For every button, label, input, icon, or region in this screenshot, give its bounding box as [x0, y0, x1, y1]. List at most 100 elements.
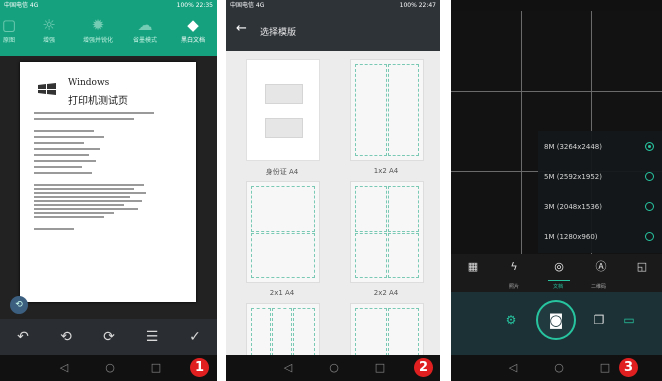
doc-text-line — [34, 200, 142, 202]
nav-back-icon[interactable]: ◁ — [282, 362, 294, 374]
capture-mode-tabs: 照片 文档 二维码 — [451, 280, 662, 292]
battery-time: 100% 22:47 — [399, 2, 436, 9]
nav-back-icon[interactable]: ◁ — [507, 362, 519, 374]
scanned-document[interactable]: Windows 打印机测试页 — [20, 62, 196, 302]
camera-viewfinder[interactable]: 8M (3264x2448) 5M (2592x1952) 3M (2048x1… — [451, 11, 662, 254]
mode-underline — [548, 280, 570, 281]
filter-label: 黑白文档 — [180, 37, 205, 44]
system-nav-bar: ◁ ○ □ — [0, 355, 217, 381]
template-2x2[interactable] — [350, 181, 424, 283]
filter-bw-button[interactable]: ◆ 黑白文档 — [172, 15, 214, 44]
status-bar — [451, 0, 662, 11]
template-1x2[interactable] — [350, 59, 424, 161]
nav-back-icon[interactable]: ◁ — [58, 362, 70, 374]
doc-text-line — [34, 130, 94, 132]
rotate-left-icon[interactable]: ⟲ — [57, 328, 75, 346]
adjust-icon[interactable]: ☰ — [143, 328, 161, 346]
mode-tab-document[interactable]: 文档 — [553, 283, 563, 290]
filter-label: 原图 — [2, 37, 15, 44]
resolution-label: 8M (3264x2448) — [544, 143, 602, 151]
nav-home-icon[interactable]: ○ — [553, 362, 565, 374]
resolution-option[interactable]: 1M (1280x960) — [538, 223, 662, 253]
doc-text-line — [34, 166, 82, 168]
mode-tab-qrcode[interactable]: 二维码 — [591, 283, 606, 290]
doc-text-line — [34, 118, 134, 120]
mode-tab-photo[interactable]: 照片 — [509, 283, 519, 290]
filter-inksave-button[interactable]: ☁ 省墨模式 — [124, 15, 166, 44]
step-badge: 2 — [414, 358, 433, 377]
grid-line — [451, 91, 662, 92]
resolution-icon[interactable]: ◎ — [551, 259, 567, 275]
step-badge: 3 — [619, 358, 638, 377]
doc-text-line — [34, 188, 134, 190]
template-id-card[interactable] — [246, 59, 320, 161]
doc-text-line — [34, 112, 154, 114]
resolution-option[interactable]: 5M (2592x1952) — [538, 163, 662, 193]
doc-text-line — [34, 212, 114, 214]
status-bar: 中国电信 4G 100% 22:35 — [0, 0, 217, 11]
id-card-front — [265, 84, 303, 104]
carrier-text: 中国电信 4G — [230, 2, 265, 9]
doc-text-line — [34, 204, 124, 206]
filter-sharpen-button[interactable]: ✹ 增强并锐化 — [77, 15, 119, 44]
battery-time: 100% 22:35 — [176, 2, 213, 9]
gallery-icon[interactable]: ❐ — [591, 312, 607, 328]
back-arrow-icon[interactable]: ← — [236, 21, 247, 36]
phone-screen-2: 中国电信 4G 100% 22:47 ← 选择模版 身份证 A4 1x2 A4 … — [226, 0, 440, 381]
auto-mode-icon[interactable]: Ⓐ — [593, 259, 609, 275]
doc-text-line — [34, 208, 138, 210]
confirm-icon[interactable]: ✓ — [186, 328, 204, 346]
camera-icon: ◙ — [548, 311, 564, 329]
resolution-option[interactable]: 8M (3264x2448) — [538, 133, 662, 163]
radio-unselected[interactable] — [645, 232, 654, 241]
doc-text-line — [34, 142, 84, 144]
id-card-back — [265, 118, 303, 138]
template-label: 2x1 A4 — [269, 289, 295, 297]
doc-text-line — [34, 228, 74, 230]
enhance-icon: ☼ — [42, 16, 56, 34]
rotate-right-icon[interactable]: ⟳ — [100, 328, 118, 346]
nav-home-icon[interactable]: ○ — [104, 362, 116, 374]
template-cell — [355, 64, 387, 156]
doc-text-line — [34, 148, 100, 150]
original-icon: ▢ — [1, 16, 17, 34]
filter-original-button[interactable]: ▢ 原图 — [0, 15, 30, 44]
nav-home-icon[interactable]: ○ — [328, 362, 340, 374]
camera-settings-row: ▦ ϟ ◎ Ⓐ ◱ — [451, 254, 662, 280]
nav-recents-icon[interactable]: □ — [150, 362, 162, 374]
undo-icon[interactable]: ↶ — [14, 328, 32, 346]
sharpen-icon: ✹ — [91, 16, 105, 34]
batch-mode-icon[interactable]: ▭ — [621, 312, 637, 328]
resolution-option[interactable]: 3M (2048x1536) — [538, 193, 662, 223]
shutter-button[interactable]: ◙ — [536, 300, 576, 340]
doc-text-line — [34, 196, 130, 198]
radio-unselected[interactable] — [645, 202, 654, 211]
doc-text-line — [34, 172, 92, 174]
app-header: ← 选择模版 — [226, 11, 440, 51]
radio-unselected[interactable] — [645, 172, 654, 181]
doc-heading-2: 打印机测试页 — [68, 96, 128, 107]
radio-selected[interactable] — [645, 142, 654, 151]
crop-icon[interactable]: ◱ — [634, 259, 650, 275]
phone-screen-3: 8M (3264x2448) 5M (2592x1952) 3M (2048x1… — [451, 0, 662, 381]
nav-recents-icon[interactable]: □ — [374, 362, 386, 374]
template-cell — [355, 233, 387, 278]
flash-icon[interactable]: ϟ — [506, 259, 522, 275]
template-cell — [388, 233, 419, 278]
share-icon[interactable]: ⟲ — [10, 296, 28, 314]
filter-label: 增强 — [42, 37, 55, 44]
template-cell — [355, 186, 387, 232]
grid-toggle-icon[interactable]: ▦ — [465, 259, 481, 275]
doc-text-line — [34, 192, 146, 194]
grid-line — [521, 11, 522, 254]
phone-screen-1: 中国电信 4G 100% 22:35 ▢ 原图 ☼ 增强 ✹ 增强并锐化 ☁ 省… — [0, 0, 217, 381]
settings-gear-icon[interactable]: ⚙ — [503, 312, 519, 328]
template-2x1[interactable] — [246, 181, 320, 283]
filter-enhance-button[interactable]: ☼ 增强 — [28, 15, 70, 44]
doc-text-line — [34, 154, 89, 156]
nav-recents-icon[interactable]: □ — [599, 362, 611, 374]
doc-heading-1: Windows — [68, 78, 110, 88]
carrier-text: 中国电信 4G — [4, 2, 39, 9]
resolution-label: 3M (2048x1536) — [544, 203, 602, 211]
system-nav-bar: ◁ ○ □ — [226, 355, 440, 381]
